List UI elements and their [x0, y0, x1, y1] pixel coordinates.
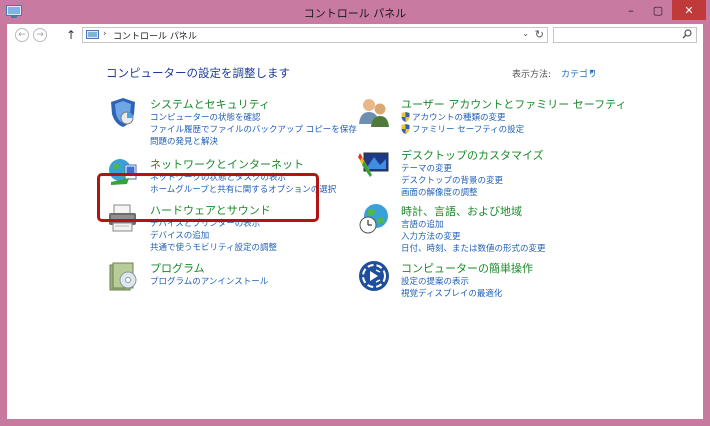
- programs-box-icon[interactable]: [107, 260, 139, 292]
- maximize-button[interactable]: ▢: [645, 0, 671, 20]
- minimize-button[interactable]: –: [618, 0, 644, 20]
- chevron-down-icon[interactable]: ▾: [590, 67, 594, 76]
- search-icon[interactable]: [682, 29, 692, 39]
- category-link[interactable]: 設定の提案の表示: [401, 275, 469, 287]
- category-link[interactable]: デバイスの追加: [150, 229, 209, 241]
- category-link-label[interactable]: アカウントの種類の変更: [412, 113, 506, 123]
- category-link[interactable]: 画面の解像度の調整: [401, 186, 478, 198]
- view-by-label: 表示方法:: [512, 70, 552, 80]
- search-input[interactable]: [553, 27, 697, 43]
- category-link[interactable]: デスクトップの背景の変更: [401, 174, 503, 186]
- window-client-area: ← → ↑ › コントロール パネル › ⌄ ↻ コンピューターの設定を調整しま…: [7, 24, 703, 419]
- forward-button[interactable]: →: [33, 28, 47, 42]
- category-link[interactable]: ファミリー セーフティの設定: [401, 123, 524, 135]
- clock-globe-icon[interactable]: [358, 203, 390, 235]
- category-link-label[interactable]: ファミリー セーフティの設定: [412, 125, 524, 135]
- users-icon[interactable]: [358, 96, 390, 128]
- breadcrumb-chevron-icon[interactable]: ›: [103, 29, 107, 39]
- category-title[interactable]: ネットワークとインターネット: [150, 156, 304, 172]
- address-dropdown-icon[interactable]: ⌄: [522, 29, 529, 38]
- category-link[interactable]: アカウントの種類の変更: [401, 111, 506, 123]
- category-link[interactable]: 共通で使うモビリティ設定の調整: [150, 241, 277, 253]
- refresh-icon[interactable]: ↻: [535, 28, 544, 41]
- uac-shield-icon: [401, 112, 410, 122]
- category-link[interactable]: 視覚ディスプレイの最適化: [401, 287, 502, 299]
- breadcrumb-chevron-icon[interactable]: ›: [179, 29, 183, 39]
- category-link[interactable]: 日付、時刻、または数値の形式の変更: [401, 242, 546, 254]
- window-title: コントロール パネル: [303, 7, 407, 20]
- highlight-box: [97, 173, 319, 222]
- category-title[interactable]: システムとセキュリティ: [150, 96, 270, 112]
- category-link[interactable]: 入力方法の変更: [401, 230, 461, 242]
- category-link[interactable]: 言語の追加: [401, 218, 444, 230]
- main-content: コンピューターの設定を調整します 表示方法: カテゴリ ▾ システムとセキュリテ…: [7, 46, 703, 419]
- category-link[interactable]: コンピューターの状態を確認: [150, 111, 261, 123]
- category-title[interactable]: コンピューターの簡単操作: [401, 260, 533, 276]
- address-bar[interactable]: › コントロール パネル › ⌄ ↻: [82, 27, 548, 43]
- control-panel-icon: [86, 30, 99, 39]
- navigation-bar: ← → ↑ › コントロール パネル › ⌄ ↻: [7, 24, 703, 46]
- window: コントロール パネル – ▢ ✕ ← → ↑ › コントロール パネル › ⌄ …: [0, 0, 710, 426]
- category-link[interactable]: テーマの変更: [401, 162, 452, 174]
- uac-shield-icon: [401, 124, 410, 134]
- shield-icon[interactable]: [107, 96, 139, 128]
- ease-of-access-icon[interactable]: [358, 260, 390, 292]
- category-link[interactable]: プログラムのアンインストール: [150, 275, 268, 287]
- page-heading: コンピューターの設定を調整します: [106, 66, 290, 80]
- desktop-paint-icon[interactable]: [358, 147, 390, 179]
- title-bar[interactable]: コントロール パネル – ▢ ✕: [0, 0, 710, 24]
- up-button[interactable]: ↑: [65, 27, 77, 43]
- category-title[interactable]: デスクトップのカスタマイズ: [401, 147, 544, 163]
- category-link[interactable]: 問題の発見と解決: [150, 135, 218, 147]
- category-title[interactable]: 時計、言語、および地域: [401, 203, 522, 219]
- close-button[interactable]: ✕: [672, 0, 706, 20]
- category-title[interactable]: ユーザー アカウントとファミリー セーフティ: [401, 96, 626, 112]
- back-button[interactable]: ←: [15, 28, 29, 42]
- category-title[interactable]: プログラム: [150, 260, 205, 276]
- category-link[interactable]: ファイル履歴でファイルのバックアップ コピーを保存: [150, 123, 357, 135]
- breadcrumb-control-panel[interactable]: コントロール パネル: [113, 29, 197, 42]
